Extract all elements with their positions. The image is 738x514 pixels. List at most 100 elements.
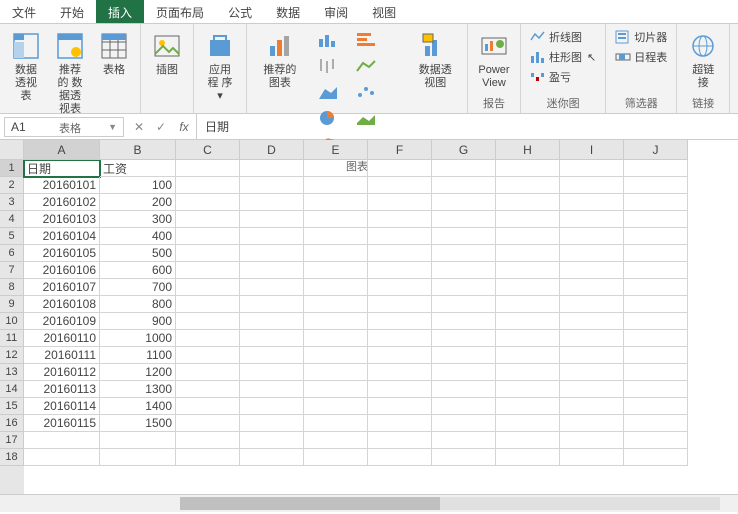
cell[interactable]	[240, 398, 304, 415]
cancel-button[interactable]: ✕	[128, 120, 150, 134]
fx-icon[interactable]: fx	[172, 120, 196, 134]
row-header[interactable]: 8	[0, 279, 24, 296]
horizontal-scrollbar[interactable]	[0, 494, 738, 512]
table-button[interactable]: 表格	[94, 28, 134, 79]
cell[interactable]	[432, 364, 496, 381]
cell[interactable]: 20160102	[24, 194, 100, 211]
cell[interactable]: 20160105	[24, 245, 100, 262]
cell[interactable]	[496, 228, 560, 245]
illustrations-button[interactable]: 插图	[147, 28, 187, 79]
line-chart-button[interactable]	[349, 54, 385, 78]
cell[interactable]	[368, 160, 432, 177]
cell[interactable]: 工资	[100, 160, 176, 177]
cell[interactable]	[368, 449, 432, 466]
cell[interactable]	[624, 364, 688, 381]
cell[interactable]	[176, 296, 240, 313]
cell[interactable]	[496, 330, 560, 347]
cell[interactable]: 700	[100, 279, 176, 296]
cell[interactable]	[240, 262, 304, 279]
cell[interactable]	[176, 177, 240, 194]
cell[interactable]	[560, 313, 624, 330]
timeline-button[interactable]: 日程表	[612, 48, 670, 66]
tab-插入[interactable]: 插入	[96, 0, 144, 23]
cell[interactable]	[624, 279, 688, 296]
cell[interactable]	[560, 279, 624, 296]
cell[interactable]	[496, 245, 560, 262]
cell[interactable]	[304, 211, 368, 228]
cell[interactable]	[304, 415, 368, 432]
cell[interactable]	[496, 262, 560, 279]
cell[interactable]	[496, 279, 560, 296]
column-header-J[interactable]: J	[624, 140, 688, 160]
cell[interactable]	[560, 347, 624, 364]
cell[interactable]	[432, 296, 496, 313]
column-header-F[interactable]: F	[368, 140, 432, 160]
cell[interactable]	[560, 381, 624, 398]
row-header[interactable]: 6	[0, 245, 24, 262]
cell[interactable]	[560, 211, 624, 228]
cell[interactable]	[496, 160, 560, 177]
cell[interactable]	[240, 381, 304, 398]
cell[interactable]: 1500	[100, 415, 176, 432]
cell[interactable]	[304, 364, 368, 381]
row-header[interactable]: 5	[0, 228, 24, 245]
row-header[interactable]: 7	[0, 262, 24, 279]
cell[interactable]	[624, 330, 688, 347]
cell[interactable]	[100, 432, 176, 449]
select-all-corner[interactable]	[0, 140, 24, 160]
cell[interactable]	[496, 296, 560, 313]
cell[interactable]	[304, 398, 368, 415]
cell[interactable]	[624, 432, 688, 449]
cell[interactable]	[624, 194, 688, 211]
cell[interactable]	[176, 347, 240, 364]
cell[interactable]	[304, 330, 368, 347]
cell[interactable]	[240, 194, 304, 211]
cell[interactable]	[240, 160, 304, 177]
bar-chart-button[interactable]	[349, 28, 385, 52]
cell[interactable]: 日期	[24, 160, 100, 177]
column-header-E[interactable]: E	[304, 140, 368, 160]
enter-button[interactable]: ✓	[150, 120, 172, 134]
recommended-charts-button[interactable]: 推荐的 图表	[253, 28, 307, 92]
cell[interactable]	[176, 211, 240, 228]
cell[interactable]: 20160114	[24, 398, 100, 415]
cell[interactable]	[304, 313, 368, 330]
cell[interactable]	[496, 313, 560, 330]
cell[interactable]	[368, 398, 432, 415]
cell[interactable]	[368, 415, 432, 432]
cell[interactable]	[176, 279, 240, 296]
row-header[interactable]: 14	[0, 381, 24, 398]
pivot-chart-button[interactable]: 数据透视图	[410, 28, 461, 92]
cell[interactable]: 1100	[100, 347, 176, 364]
cell[interactable]	[24, 449, 100, 466]
cell[interactable]	[240, 211, 304, 228]
cell[interactable]: 1000	[100, 330, 176, 347]
tab-文件[interactable]: 文件	[0, 0, 48, 23]
cell[interactable]: 100	[100, 177, 176, 194]
tab-数据[interactable]: 数据	[264, 0, 312, 23]
cell[interactable]	[368, 364, 432, 381]
power-view-button[interactable]: Power View	[474, 28, 514, 92]
row-header[interactable]: 4	[0, 211, 24, 228]
cell[interactable]	[624, 296, 688, 313]
cell[interactable]: 800	[100, 296, 176, 313]
cell[interactable]: 20160113	[24, 381, 100, 398]
column-header-D[interactable]: D	[240, 140, 304, 160]
cell[interactable]	[304, 160, 368, 177]
row-header[interactable]: 11	[0, 330, 24, 347]
cell[interactable]	[560, 330, 624, 347]
cell[interactable]	[240, 279, 304, 296]
cell[interactable]: 20160108	[24, 296, 100, 313]
cell[interactable]	[624, 228, 688, 245]
cell[interactable]	[496, 347, 560, 364]
column-header-I[interactable]: I	[560, 140, 624, 160]
cell[interactable]	[240, 228, 304, 245]
cell[interactable]	[176, 449, 240, 466]
cell[interactable]	[304, 296, 368, 313]
cell[interactable]	[368, 262, 432, 279]
cell[interactable]	[560, 432, 624, 449]
sparkline-column-button[interactable]: 柱形图↖	[527, 48, 599, 66]
cell[interactable]	[176, 194, 240, 211]
row-header[interactable]: 13	[0, 364, 24, 381]
cell[interactable]	[432, 177, 496, 194]
